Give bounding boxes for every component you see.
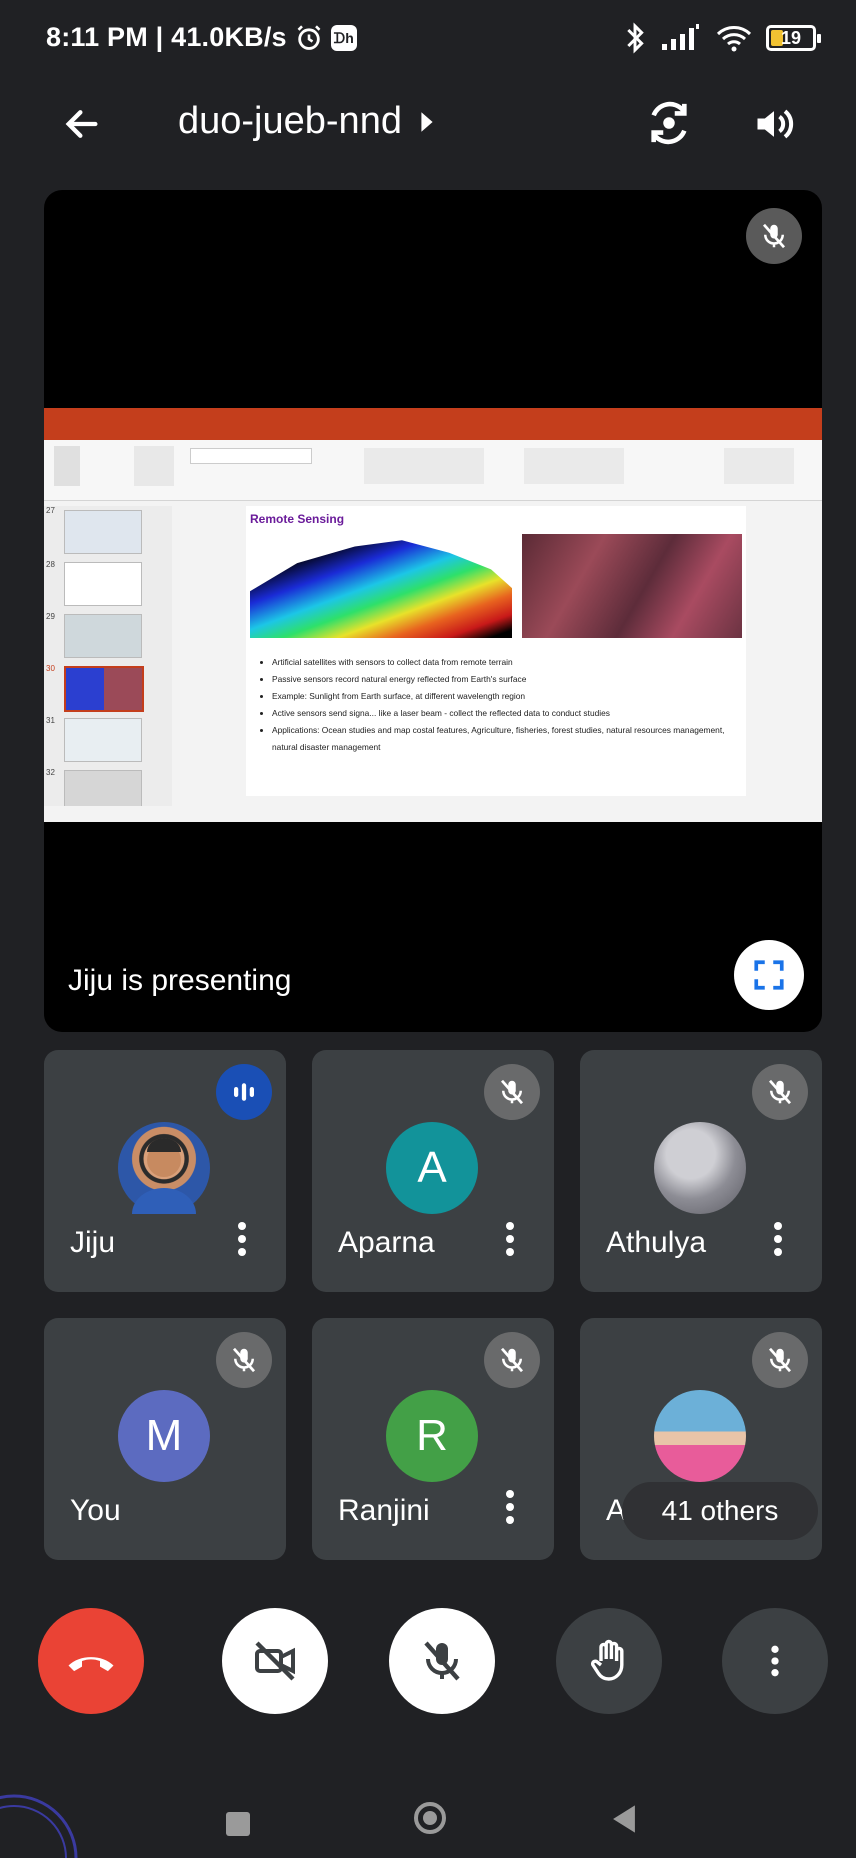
presentation-view[interactable]: 27 28 29 30 31 32 Remote Sensing Artific… [44,190,822,1032]
avatar-initial: M [145,1411,183,1460]
thumb-number: 31 [46,716,55,725]
more-options-icon [771,1645,779,1677]
more-options-button[interactable] [722,1608,828,1714]
participant-name: You [70,1494,121,1527]
signal-icon [662,24,699,50]
mic-off-icon [500,1347,524,1373]
participant-tile-athulya[interactable]: Athulya [580,1050,822,1292]
participant-mute-badge [484,1064,540,1120]
participant-mute-badge [752,1332,808,1388]
end-call-icon [68,1657,114,1672]
ppt-title-bar [44,408,822,426]
mic-off-icon [500,1079,524,1105]
thumb-number: 30 [46,664,55,673]
participant-name: Aparna [338,1226,435,1259]
mic-off-icon [768,1079,792,1105]
speaker-icon[interactable] [752,102,796,146]
home-button[interactable] [414,1802,446,1834]
battery-indicator: 19 [766,25,821,51]
speaking-indicator [216,1064,272,1120]
avatar-initial: A [417,1143,447,1192]
avatar [654,1390,746,1482]
switch-camera-icon[interactable] [646,100,692,146]
audio-level-icon [234,1083,254,1101]
participant-mute-badge [484,1332,540,1388]
avatar: A [386,1122,478,1214]
avatar-initial: R [416,1411,448,1460]
participant-name: Ranjini [338,1494,430,1527]
avatar [654,1122,746,1214]
chevron-right-icon [421,111,433,132]
ppt-status-bar [44,806,822,822]
mic-off-icon [768,1347,792,1373]
status-time-speed: 8:11 PM | 41.0KB/s [46,22,287,52]
presenting-label: Jiju is presenting [68,964,292,997]
participant-tile-others[interactable]: A 41 others [580,1318,822,1560]
participant-more-icon[interactable] [772,1222,784,1256]
meeting-code[interactable]: duo-jueb-nnd [178,100,434,143]
slide-bullet: Applications: Ocean studies and map cost… [272,722,752,756]
status-left: 8:11 PM | 41.0KB/s ᗪh [46,22,357,53]
recents-button[interactable] [226,1812,250,1836]
current-slide: Remote Sensing Artificial satellites wit… [246,506,746,796]
mic-toggle-button[interactable] [389,1608,495,1714]
others-count-chip[interactable]: 41 others [622,1482,818,1540]
avatar [118,1122,210,1214]
raise-hand-icon [591,1639,624,1681]
alarm-icon [297,24,321,50]
end-call-button[interactable] [38,1608,144,1714]
slide-thumbnails: 27 28 29 30 31 32 [44,506,172,814]
camera-toggle-button[interactable] [222,1608,328,1714]
slide-bullet: Artificial satellites with sensors to co… [272,654,752,671]
mic-off-icon [762,223,786,249]
slide-bullets: Artificial satellites with sensors to co… [260,654,752,756]
mic-off-icon [232,1347,256,1373]
thumb-number: 29 [46,612,55,621]
bluetooth-icon [627,22,644,54]
participant-name: Jiju [70,1226,116,1259]
mic-off-icon [424,1641,460,1681]
slide-title: Remote Sensing [250,512,345,526]
status-right: 19 [624,22,821,54]
satellite-image [522,534,742,638]
back-arrow-icon[interactable] [62,104,102,144]
wifi-icon [716,26,752,52]
terrain-elevation-image [250,540,512,638]
status-bar: 8:11 PM | 41.0KB/s ᗪh 19 [0,0,856,80]
fullscreen-icon [754,960,784,990]
shared-slide-window: 27 28 29 30 31 32 Remote Sensing Artific… [44,408,822,822]
back-nav-icon[interactable] [610,1804,638,1834]
raise-hand-button[interactable] [556,1608,662,1714]
thumb-number: 28 [46,560,55,569]
camera-off-icon [255,1641,295,1681]
fullscreen-button[interactable] [734,940,804,1010]
presentation-mute-badge [746,208,802,264]
thumb-number: 32 [46,768,55,777]
hotstar-app-icon: ᗪh [330,24,357,51]
slide-bullet: Passive sensors record natural energy re… [272,671,752,688]
participant-name: Athulya [606,1226,707,1259]
ppt-ribbon-tabs [44,426,822,440]
participant-tile-you[interactable]: M You [44,1318,286,1560]
thumb-number: 27 [46,506,55,515]
participant-tile-aparna[interactable]: A Aparna [312,1050,554,1292]
seal-watermark-icon [0,1794,78,1858]
meeting-code-text: duo-jueb-nnd [178,100,402,142]
battery-level: 19 [780,27,802,48]
avatar: M [118,1390,210,1482]
slide-bullet: Example: Sunlight from Earth surface, at… [272,688,752,705]
participant-mute-badge [216,1332,272,1388]
participant-tile-ranjini[interactable]: R Ranjini [312,1318,554,1560]
participant-more-icon[interactable] [236,1222,248,1256]
participant-mute-badge [752,1064,808,1120]
participant-more-icon[interactable] [504,1222,516,1256]
ppt-ribbon [44,440,822,501]
person-photo-icon [132,1138,196,1214]
avatar: R [386,1390,478,1482]
participant-tile-jiju[interactable]: Jiju [44,1050,286,1292]
slide-bullet: Active sensors send signa... like a lase… [272,705,752,722]
participant-more-icon[interactable] [504,1490,516,1524]
